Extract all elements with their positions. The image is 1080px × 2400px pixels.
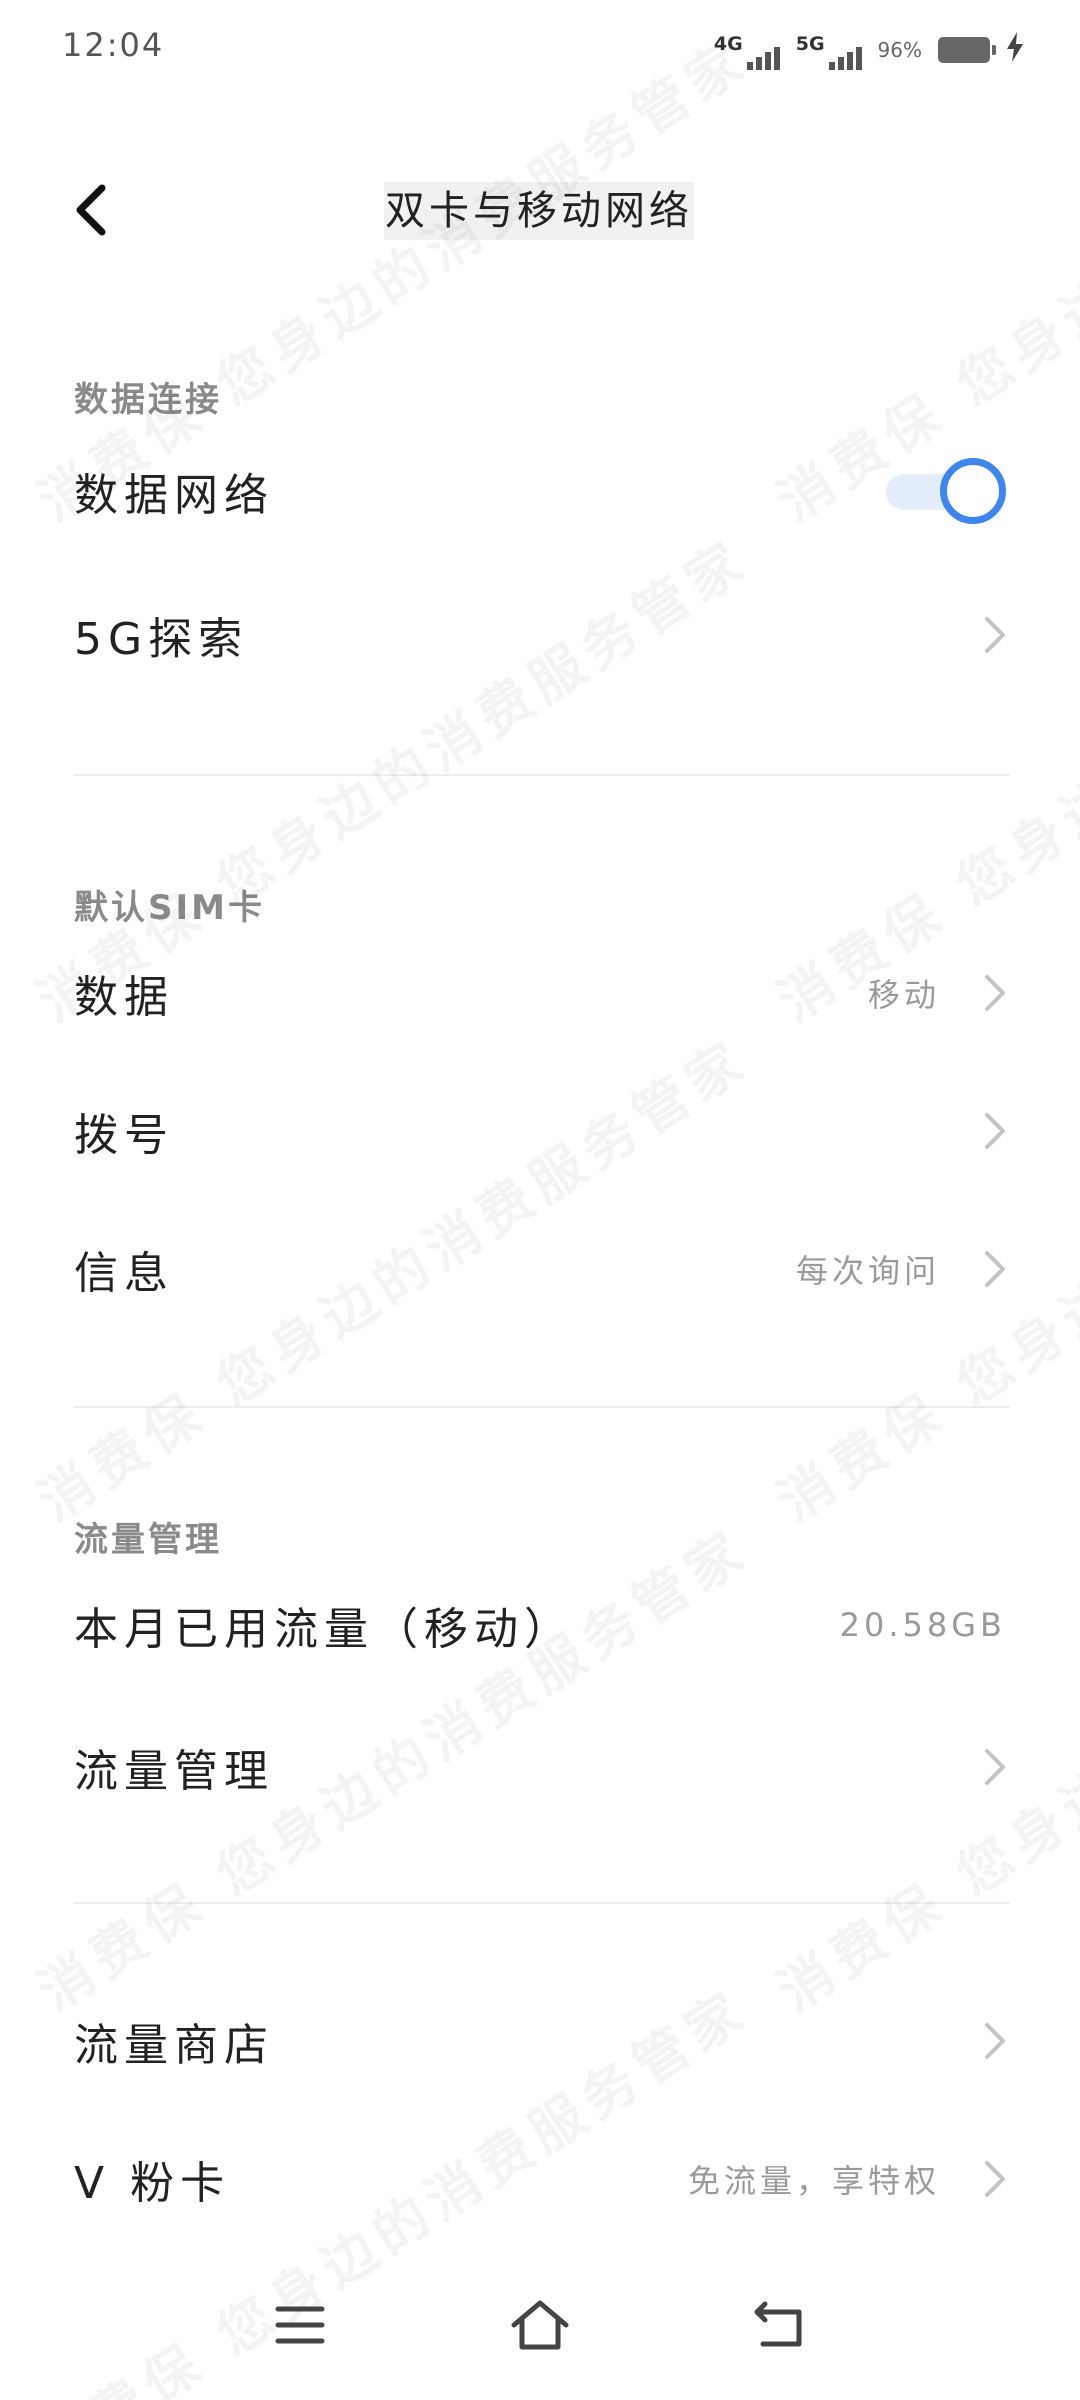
month-usage-row: 本月已用流量（移动） 20.58GB (0, 1570, 1080, 1680)
default-message-value: 每次询问 (795, 1252, 940, 1290)
divider (74, 1406, 1010, 1408)
month-usage-label: 本月已用流量（移动） (74, 1604, 574, 1655)
chevron-right-icon (980, 1111, 1010, 1151)
battery-icon (938, 37, 996, 63)
month-usage-value: 20.58GB (839, 1606, 1006, 1644)
back-icon (754, 2301, 802, 2347)
default-data-sim-row[interactable]: 数据 移动 (0, 938, 1080, 1048)
default-message-sim-row[interactable]: 信息 每次询问 (0, 1214, 1080, 1324)
chevron-right-icon (980, 2021, 1010, 2061)
section-label-default-sim: 默认SIM卡 (74, 888, 265, 928)
battery-percent: 96% (877, 38, 922, 62)
chevron-left-icon (76, 184, 106, 236)
menu-button[interactable] (250, 2280, 350, 2370)
default-call-label: 拨号 (74, 1110, 174, 1161)
status-time: 12:04 (62, 26, 165, 64)
signal-icon (828, 42, 862, 70)
header: 双卡与移动网络 (0, 150, 1080, 270)
mobile-data-toggle[interactable] (886, 458, 1006, 524)
default-message-label: 信息 (74, 1248, 174, 1299)
menu-icon (275, 2306, 325, 2344)
chevron-right-icon (980, 1249, 1010, 1289)
explore-5g-label: 5G探索 (74, 614, 249, 665)
sim2-signal: 5G (796, 30, 862, 70)
section-label-traffic: 流量管理 (74, 1520, 222, 1560)
chevron-right-icon (980, 2159, 1010, 2199)
section-label-data-connection: 数据连接 (74, 380, 222, 420)
charging-icon (1006, 31, 1024, 69)
v-card-row[interactable]: V 粉卡 免流量，享特权 (0, 2124, 1080, 2234)
traffic-store-row[interactable]: 流量商店 (0, 1986, 1080, 2096)
sim2-network-type: 5G (795, 33, 825, 55)
status-bar: 12:04 4G 5G 96% (0, 0, 1080, 96)
chevron-right-icon (980, 1747, 1010, 1787)
traffic-manage-label: 流量管理 (74, 1746, 274, 1797)
mobile-data-label: 数据网络 (74, 470, 274, 521)
mobile-data-row[interactable]: 数据网络 (0, 436, 1080, 546)
default-data-value: 移动 (867, 976, 940, 1014)
traffic-manage-row[interactable]: 流量管理 (0, 1712, 1080, 1822)
divider (74, 1902, 1010, 1904)
divider (74, 774, 1010, 776)
v-card-label: V 粉卡 (74, 2158, 231, 2209)
sim1-network-type: 4G (713, 33, 743, 55)
home-icon (511, 2300, 569, 2350)
back-button[interactable] (60, 172, 120, 248)
chevron-right-icon (980, 973, 1010, 1013)
explore-5g-row[interactable]: 5G探索 (0, 580, 1080, 690)
v-card-value: 免流量，享特权 (687, 2162, 940, 2200)
default-call-sim-row[interactable]: 拨号 (0, 1076, 1080, 1186)
chevron-right-icon (980, 615, 1010, 655)
traffic-store-label: 流量商店 (74, 2020, 274, 2071)
navigation-bar (0, 2260, 1080, 2400)
page-title: 双卡与移动网络 (384, 182, 694, 240)
home-button[interactable] (490, 2280, 590, 2370)
back-nav-button[interactable] (730, 2280, 830, 2370)
signal-icon (746, 42, 780, 70)
status-icons: 4G 5G 96% (714, 30, 1024, 70)
default-data-label: 数据 (74, 972, 174, 1023)
toggle-knob (940, 458, 1006, 524)
sim1-signal: 4G (714, 30, 780, 70)
